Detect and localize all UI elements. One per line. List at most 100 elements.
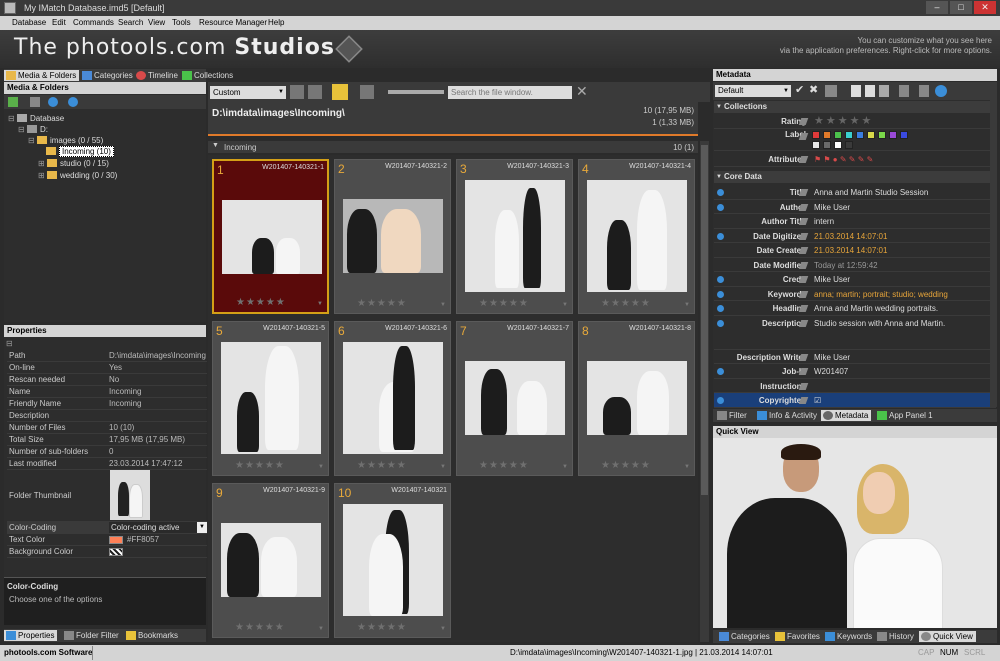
- collapse-icon[interactable]: ⊟: [6, 339, 13, 348]
- file-window-scrollbar[interactable]: [700, 141, 709, 642]
- edit-icon[interactable]: [798, 156, 809, 163]
- edit-icon[interactable]: [798, 261, 809, 269]
- field-value[interactable]: 21.03.2014 14:07:01: [814, 229, 887, 244]
- info-icon[interactable]: [717, 290, 724, 298]
- field-value[interactable]: intern: [814, 214, 834, 229]
- metadata-label[interactable]: Label: [714, 129, 996, 151]
- menu-view[interactable]: View: [148, 18, 165, 27]
- discard-icon[interactable]: ✖: [809, 83, 818, 96]
- forward-icon[interactable]: [68, 97, 78, 107]
- thumbnail-image[interactable]: [465, 361, 565, 435]
- label-color-swatch[interactable]: [812, 131, 820, 139]
- thumbnail-cell[interactable]: 1 W201407-140321-1 ★★★★★ ▼: [212, 159, 329, 314]
- search-input[interactable]: Search the file window.: [448, 86, 572, 99]
- property-text-color[interactable]: Text Color #FF8057: [7, 534, 207, 546]
- rating-stars[interactable]: ★★★★★: [601, 460, 651, 471]
- label-color-swatch[interactable]: [823, 141, 831, 149]
- attributes-icons[interactable]: ⚑ ⚑ ● ✎ ✎ ✎ ✎: [814, 152, 873, 167]
- thumbnail-image[interactable]: [343, 342, 443, 454]
- edit-icon[interactable]: [798, 232, 809, 240]
- chevron-down-icon[interactable]: ▼: [197, 522, 207, 533]
- search-icon[interactable]: [879, 85, 889, 97]
- chevron-down-icon[interactable]: ▼: [562, 302, 568, 308]
- section-core-data[interactable]: ▼ Core Data: [714, 171, 996, 183]
- label-color-swatch[interactable]: [867, 131, 875, 139]
- metadata-field-credit[interactable]: Credit Mike User: [714, 272, 996, 287]
- tab-properties[interactable]: Properties: [4, 630, 58, 641]
- label-color-swatch[interactable]: [834, 141, 842, 149]
- tab-bookmarks[interactable]: Bookmarks: [124, 630, 181, 641]
- rating-stars[interactable]: ★★★★★: [357, 298, 407, 309]
- edit-icon[interactable]: [798, 247, 809, 254]
- metadata-field-description[interactable]: Description Studio session with Anna and …: [714, 316, 996, 350]
- rating-stars[interactable]: ★★★★★: [357, 460, 407, 471]
- chevron-down-icon[interactable]: ▼: [317, 301, 323, 307]
- tab-filter[interactable]: Filter: [715, 410, 750, 421]
- metadata-field-headline[interactable]: Headline Anna and Martin wedding portrait…: [714, 301, 996, 316]
- metadata-field-keywords[interactable]: Keywords anna; martin; portrait; studio; …: [714, 287, 996, 301]
- tab-media-folders[interactable]: Media & Folders: [4, 70, 80, 81]
- metadata-field-date-digitized[interactable]: Date Digitized 21.03.2014 14:07:01: [714, 229, 996, 244]
- metadata-rating[interactable]: Rating ★★★★★: [714, 114, 996, 129]
- rating-stars[interactable]: ★★★★★: [479, 460, 529, 471]
- thumbnail-image[interactable]: [587, 180, 687, 292]
- chevron-down-icon[interactable]: ▼: [684, 302, 690, 308]
- columns-icon[interactable]: [308, 85, 322, 99]
- field-value[interactable]: 21.03.2014 14:07:01: [814, 243, 887, 258]
- apply-icon[interactable]: ✔: [795, 83, 804, 96]
- label-color-swatch[interactable]: [889, 131, 897, 139]
- app-icon[interactable]: [4, 2, 16, 14]
- tab-categories-right[interactable]: Categories: [717, 631, 773, 642]
- trash-icon[interactable]: [919, 85, 929, 97]
- field-value[interactable]: Anna and Martin wedding portraits.: [814, 301, 938, 316]
- property-color-coding[interactable]: Color-Coding Color-coding active ▼: [7, 522, 207, 534]
- settings-icon[interactable]: [30, 97, 40, 107]
- label-color-swatch[interactable]: [845, 131, 853, 139]
- metadata-attributes[interactable]: Attributes ⚑ ⚑ ● ✎ ✎ ✎ ✎: [714, 152, 996, 167]
- chevron-down-icon[interactable]: ▼: [440, 464, 446, 470]
- metadata-preset-select[interactable]: Default ▼: [715, 85, 791, 97]
- details-view-icon[interactable]: [332, 84, 348, 100]
- clear-search-icon[interactable]: ✕: [576, 83, 588, 100]
- menu-search[interactable]: Search: [118, 18, 143, 27]
- thumbnail-image[interactable]: [343, 504, 443, 616]
- tab-timeline[interactable]: Timeline: [134, 70, 181, 81]
- edit-icon[interactable]: [798, 203, 809, 211]
- tab-app-panel[interactable]: App Panel 1: [875, 410, 936, 421]
- metadata-field-author[interactable]: Author Mike User: [714, 200, 996, 215]
- chevron-down-icon[interactable]: ▼: [440, 626, 446, 632]
- grid-view-icon[interactable]: [360, 85, 374, 99]
- rating-stars[interactable]: ★★★★★: [601, 298, 651, 309]
- menu-edit[interactable]: Edit: [52, 18, 66, 27]
- thumbnail-cell[interactable]: 3 W201407-140321-3 ★★★★★ ▼: [456, 159, 573, 314]
- thumbnail-image[interactable]: [587, 361, 687, 435]
- info-icon[interactable]: [717, 232, 724, 240]
- edit-icon[interactable]: [798, 189, 809, 196]
- thumbnail-image[interactable]: [221, 342, 321, 454]
- text-color-swatch[interactable]: [109, 536, 123, 544]
- thumbnail-cell[interactable]: 7 W201407-140321-7 ★★★★★ ▼: [456, 321, 573, 476]
- metadata-field-title[interactable]: Title Anna and Martin Studio Session: [714, 185, 996, 200]
- rating-stars[interactable]: ★★★★★: [357, 622, 407, 633]
- thumbnail-cell[interactable]: 10 W201407-140321 ★★★★★ ▼: [334, 483, 451, 638]
- scrollbar-thumb[interactable]: [701, 145, 708, 495]
- maximize-button[interactable]: □: [950, 1, 972, 14]
- field-value[interactable]: Mike User: [814, 200, 850, 215]
- thumbnail-image[interactable]: [222, 200, 322, 274]
- chevron-down-icon[interactable]: ▼: [440, 302, 446, 308]
- metadata-field-job-id[interactable]: Job-Id W201407: [714, 364, 996, 379]
- tab-folder-filter[interactable]: Folder Filter: [62, 630, 122, 641]
- field-value[interactable]: Mike User: [814, 350, 850, 365]
- edit-icon[interactable]: [798, 305, 809, 312]
- background-color-swatch[interactable]: [109, 548, 123, 556]
- tree-images[interactable]: ⊟ images (0 / 55): [28, 136, 103, 146]
- label-color-swatch[interactable]: [845, 141, 853, 149]
- edit-icon[interactable]: [798, 290, 809, 298]
- thumbnail-size-slider[interactable]: [388, 90, 444, 94]
- tree-wedding[interactable]: ⊞ wedding (0 / 30): [38, 171, 117, 181]
- tab-metadata[interactable]: Metadata: [821, 410, 872, 421]
- thumbnail-image[interactable]: [221, 523, 321, 597]
- menu-commands[interactable]: Commands: [73, 18, 114, 27]
- menu-resource-manager[interactable]: Resource Manager: [199, 18, 267, 27]
- menu-tools[interactable]: Tools: [172, 18, 191, 27]
